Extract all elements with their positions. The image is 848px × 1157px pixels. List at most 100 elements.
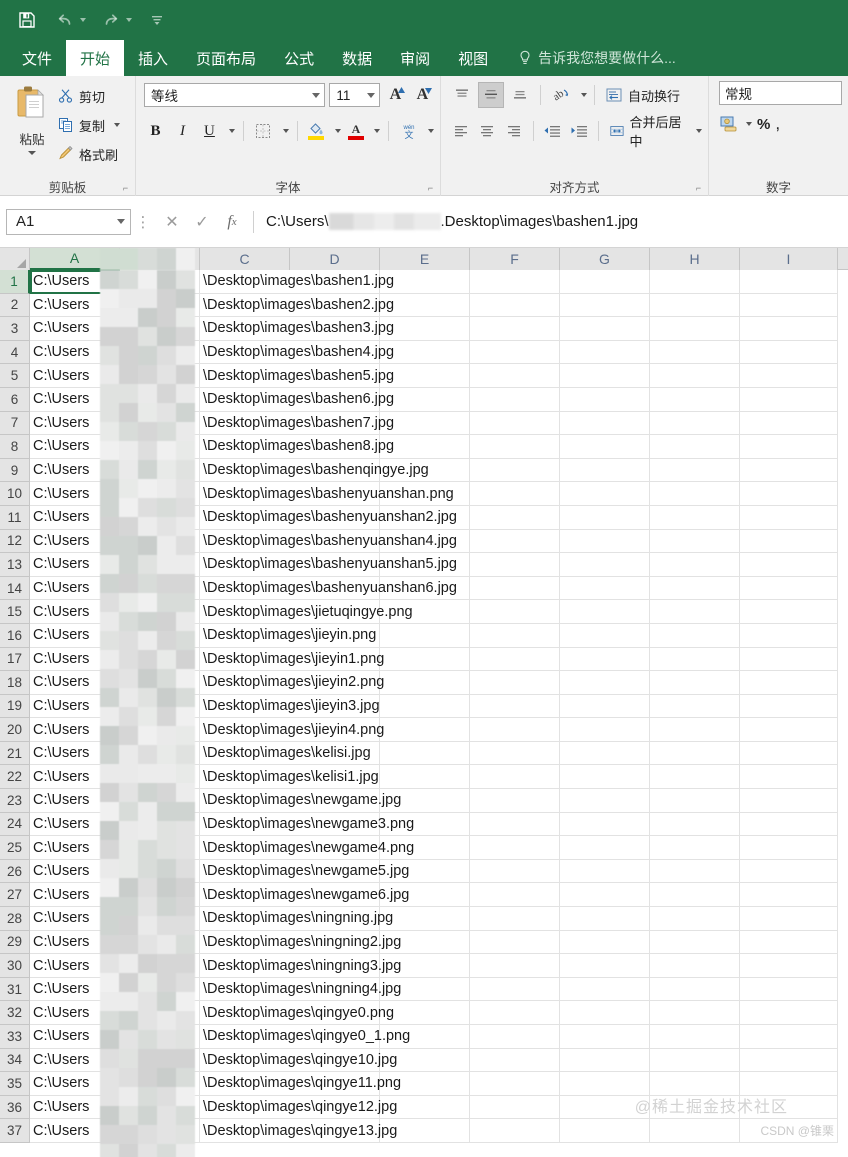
grid-cell[interactable]: C:\Users — [30, 387, 120, 412]
grid-cell[interactable]: \Desktop\images\newgame4.png — [200, 836, 414, 860]
spreadsheet-grid[interactable]: A B C D E F G H I 1 2 3 4 5 6 7 8 9 10 11 12 13 14 15 1… — [0, 248, 848, 1157]
grid-cell[interactable] — [120, 458, 200, 483]
grid-cell[interactable] — [120, 741, 200, 766]
align-center-button[interactable] — [476, 118, 500, 144]
table-row[interactable]: C:\Users \Desktop\images\ningning4.jpg — [30, 977, 848, 1002]
grid-cell[interactable] — [650, 340, 740, 365]
grid-cell[interactable] — [650, 671, 740, 695]
grid-cell[interactable] — [740, 411, 838, 436]
row-header[interactable]: 31 — [0, 977, 30, 1002]
grid-cell[interactable] — [560, 317, 650, 341]
row-header[interactable]: 9 — [0, 458, 30, 483]
fill-color-button[interactable] — [306, 118, 327, 144]
shrink-font-button[interactable]: A — [411, 83, 434, 107]
grid-cell[interactable]: \Desktop\images\bashenyuanshan6.jpg — [200, 576, 457, 601]
grid-cell[interactable] — [470, 529, 560, 554]
grid-cell[interactable] — [470, 718, 560, 742]
grid-cell[interactable] — [120, 293, 200, 318]
cut-button[interactable]: 剪切 — [58, 83, 129, 109]
row-header[interactable]: 18 — [0, 671, 30, 695]
align-top-button[interactable] — [449, 82, 475, 108]
grid-cell[interactable] — [470, 411, 560, 436]
grid-cell[interactable] — [560, 411, 650, 436]
row-header[interactable]: 33 — [0, 1025, 30, 1049]
table-row[interactable]: C:\Users \Desktop\images\qingye13.jpg — [30, 1119, 848, 1143]
grid-cell[interactable] — [120, 435, 200, 459]
grid-cell[interactable] — [650, 435, 740, 459]
row-header[interactable]: 13 — [0, 553, 30, 577]
grid-cell[interactable]: \Desktop\images\bashenyuanshan5.jpg — [200, 553, 457, 577]
grid-cell[interactable] — [650, 907, 740, 931]
decrease-indent-button[interactable] — [541, 118, 565, 144]
grid-cell[interactable]: \Desktop\images\kelisi1.jpg — [200, 765, 379, 790]
grid-cell[interactable]: C:\Users — [30, 458, 120, 483]
grid-cell[interactable]: C:\Users — [30, 836, 120, 860]
grid-cell[interactable] — [380, 694, 470, 719]
grid-cell[interactable]: \Desktop\images\bashen6.jpg — [200, 387, 394, 412]
cell-area[interactable]: C:\Users \Desktop\images\bashen1.jpg C:\Us… — [30, 270, 848, 1143]
grid-cell[interactable] — [740, 741, 838, 766]
grid-cell[interactable] — [560, 553, 650, 577]
grid-cell[interactable] — [120, 671, 200, 695]
grid-cell[interactable] — [740, 600, 838, 624]
grid-cell[interactable] — [740, 340, 838, 365]
undo-button[interactable] — [52, 7, 86, 33]
grid-cell[interactable] — [120, 694, 200, 719]
grid-cell[interactable] — [650, 482, 740, 506]
row-header[interactable]: 2 — [0, 293, 30, 318]
row-header[interactable]: 11 — [0, 505, 30, 530]
wrap-text-button[interactable]: 自动换行 — [602, 82, 680, 108]
grid-cell[interactable]: \Desktop\images\ningning4.jpg — [200, 977, 401, 1002]
grid-cell[interactable] — [740, 529, 838, 554]
grid-cell[interactable]: C:\Users — [30, 907, 120, 931]
tab-file[interactable]: 文件 — [8, 40, 66, 76]
grid-cell[interactable] — [650, 718, 740, 742]
orientation-button[interactable]: ab — [548, 82, 574, 108]
grid-cell[interactable]: C:\Users — [30, 293, 120, 318]
table-row[interactable]: C:\Users \Desktop\images\bashenyuanshan5.… — [30, 553, 848, 577]
grid-cell[interactable] — [120, 977, 200, 1002]
grid-cell[interactable]: C:\Users — [30, 1048, 120, 1073]
increase-indent-button[interactable] — [567, 118, 591, 144]
grid-cell[interactable] — [650, 765, 740, 790]
merge-center-button[interactable]: 合并后居中 — [606, 115, 702, 149]
grid-cell[interactable]: \Desktop\images\qingye0.png — [200, 1001, 394, 1025]
name-box[interactable]: A1 — [6, 208, 131, 235]
underline-dropdown-icon[interactable] — [228, 129, 235, 133]
formula-bar-grip[interactable]: ⋮ — [131, 213, 155, 231]
font-name-dropdown-icon[interactable] — [312, 92, 321, 98]
row-header[interactable]: 5 — [0, 364, 30, 388]
table-row[interactable]: C:\Users \Desktop\images\newgame.jpg — [30, 789, 848, 813]
row-header[interactable]: 29 — [0, 930, 30, 955]
borders-button[interactable] — [252, 118, 275, 144]
grid-cell[interactable] — [560, 907, 650, 931]
grid-cell[interactable]: \Desktop\images\bashen1.jpg — [200, 270, 394, 294]
grid-cell[interactable] — [650, 411, 740, 436]
grid-cell[interactable]: \Desktop\images\qingye10.jpg — [200, 1048, 397, 1073]
grid-cell[interactable] — [560, 505, 650, 530]
tab-review[interactable]: 审阅 — [386, 40, 444, 76]
table-row[interactable]: C:\Users \Desktop\images\jieyin3.jpg — [30, 694, 848, 719]
grid-cell[interactable] — [120, 883, 200, 908]
grid-cell[interactable] — [650, 1048, 740, 1073]
grid-cell[interactable] — [650, 741, 740, 766]
grid-cell[interactable]: C:\Users — [30, 765, 120, 790]
merge-center-dropdown-icon[interactable] — [695, 129, 702, 133]
table-row[interactable]: C:\Users \Desktop\images\jietuqingye.png — [30, 600, 848, 624]
grid-cell[interactable] — [650, 647, 740, 672]
grid-cell[interactable] — [740, 576, 838, 601]
grid-cell[interactable]: \Desktop\images\bashen5.jpg — [200, 364, 394, 388]
accounting-format-button[interactable] — [719, 115, 752, 133]
accounting-dropdown-icon[interactable] — [746, 122, 752, 126]
grid-cell[interactable]: C:\Users — [30, 1001, 120, 1025]
tell-me-search[interactable]: 告诉我您想要做什么... — [502, 40, 676, 76]
grid-cell[interactable] — [120, 859, 200, 884]
grid-cell[interactable] — [740, 435, 838, 459]
grid-cell[interactable] — [560, 741, 650, 766]
grid-cell[interactable] — [740, 647, 838, 672]
grid-cell[interactable] — [560, 623, 650, 648]
grid-cell[interactable]: C:\Users — [30, 977, 120, 1002]
grid-cell[interactable] — [650, 270, 740, 294]
grid-cell[interactable]: C:\Users — [30, 741, 120, 766]
grid-cell[interactable] — [560, 576, 650, 601]
